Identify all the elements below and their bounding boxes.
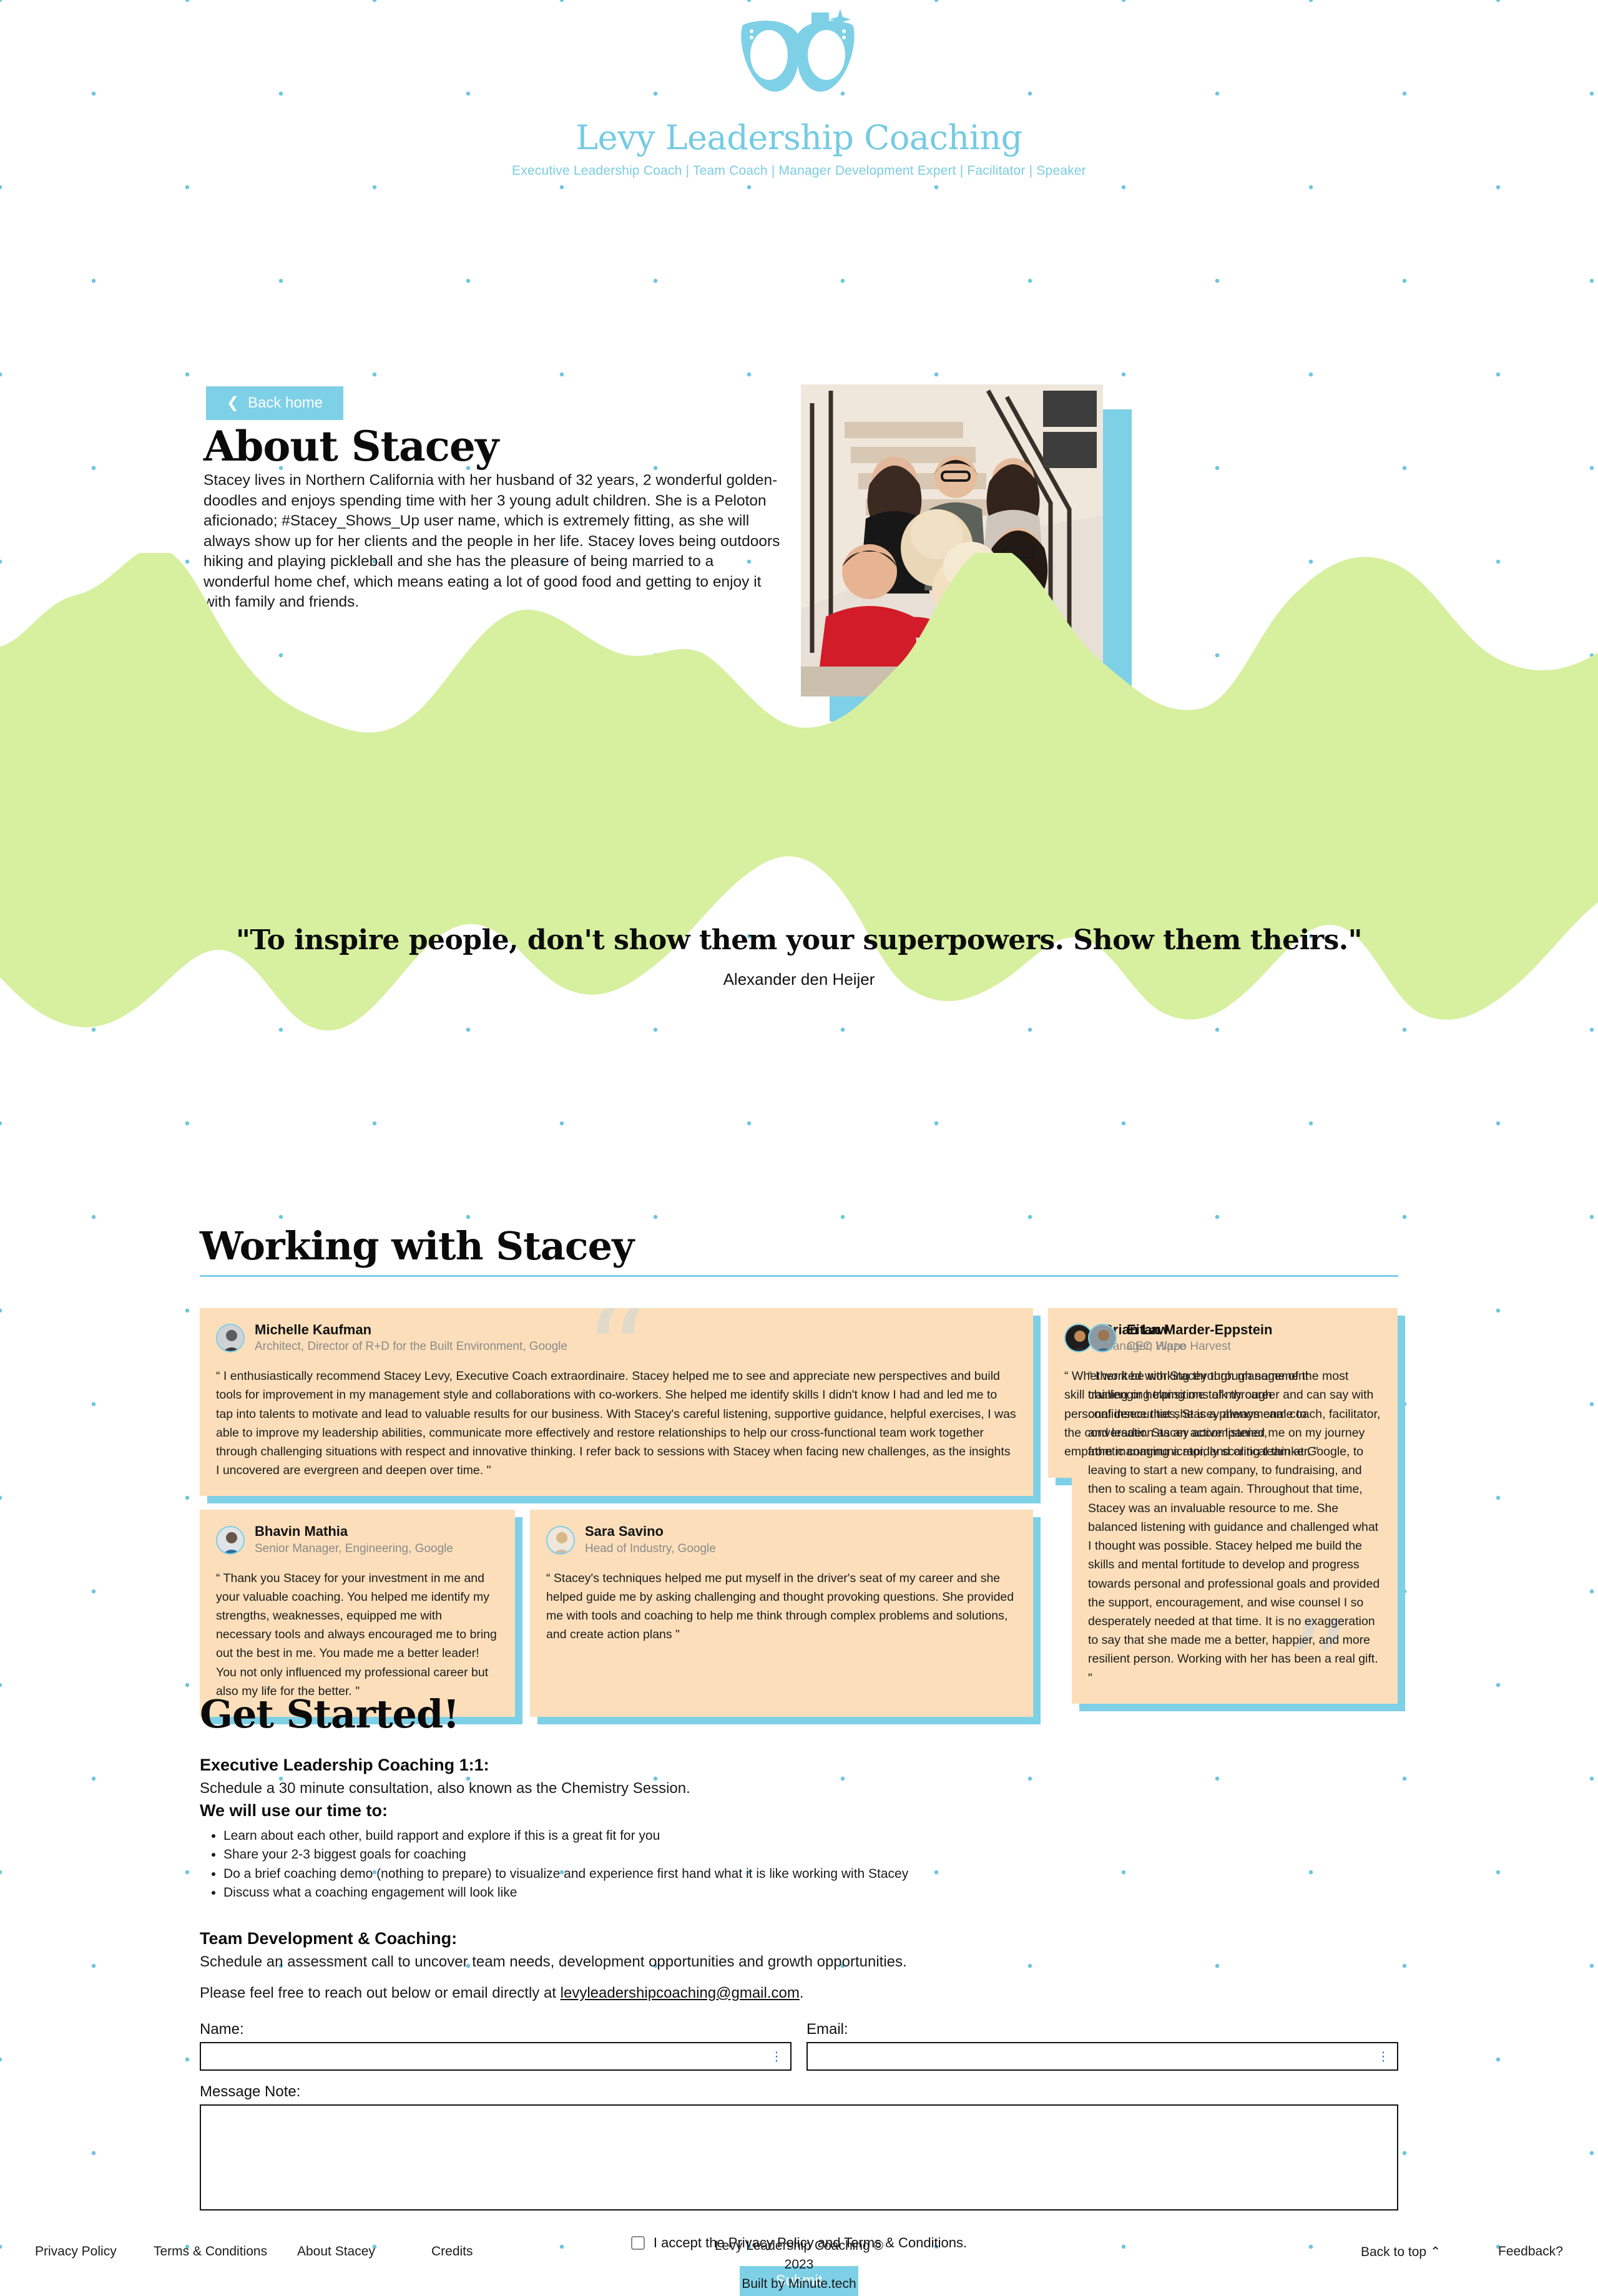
testimonial-role: Senior Manager, Engineering, Google <box>255 1541 453 1555</box>
avatar <box>546 1525 575 1555</box>
working-with-stacey-section: Working with Stacey “ Michelle Kaufman A… <box>0 1223 1598 1717</box>
testimonial-text: “ I enthusiastically recommend Stacey Le… <box>216 1369 1016 1478</box>
get-started-section: Get Started! Executive Leadership Coachi… <box>0 1691 1598 2296</box>
message-label: Message Note: <box>200 2083 301 2100</box>
testimonial-name: Bhavin Mathia <box>255 1523 348 1540</box>
site-tagline: Executive Leadership Coach | Team Coach … <box>512 164 1086 178</box>
text-cursor-icon: ⋮ <box>770 2049 783 2064</box>
testimonial-text: “ Thank you Stacey for your investment i… <box>216 1571 497 1698</box>
green-wave-band: "To inspire people, don't show them your… <box>0 553 1598 1196</box>
contact-form-row-1: Name: ⋮ Email: ⋮ <box>200 2021 1398 2071</box>
testimonials-right-column: Brian Law Manager, Waze “ Whether it be … <box>1048 1308 1398 1704</box>
footer-link-credits[interactable]: Credits <box>431 2244 473 2259</box>
footer-link-about-stacey[interactable]: About Stacey <box>297 2244 431 2259</box>
feedback-link[interactable]: Feedback? <box>1498 2244 1563 2259</box>
team-development-heading: Team Development & Coaching: <box>200 1928 458 1948</box>
avatar <box>1088 1324 1117 1353</box>
name-field-group: Name: ⋮ <box>200 2021 792 2071</box>
quote-text: "To inspire people, don't show them your… <box>235 924 1363 956</box>
about-title: About Stacey <box>203 422 499 471</box>
testimonial-card: Sara Savino Head of Industry, Google “ S… <box>530 1510 1033 1717</box>
email-field-group: Email: ⋮ <box>806 2021 1398 2071</box>
testimonial-text: “ I worked with Stacey through some of t… <box>1088 1369 1381 1685</box>
footer-links: Privacy Policy Terms & Conditions About … <box>35 2244 473 2259</box>
site-header: Levy Leadership Coaching Executive Leade… <box>0 0 1598 178</box>
footer-link-terms-conditions[interactable]: Terms & Conditions <box>154 2244 297 2259</box>
email-link[interactable]: levyleadershipcoaching@gmail.com <box>561 1985 800 2001</box>
footer-copyright: Levy Leadership Coaching © 2023 <box>715 2239 883 2272</box>
testimonial-name: Sara Savino <box>585 1523 664 1540</box>
section-divider <box>200 1275 1398 1277</box>
testimonial-card: Bhavin Mathia Senior Manager, Engineerin… <box>200 1510 515 1717</box>
back-to-top-link[interactable]: Back to top ⌃ <box>1361 2244 1441 2260</box>
name-label: Name: <box>200 2020 244 2038</box>
working-section-title: Working with Stacey <box>200 1223 634 1269</box>
testimonial-card: ” Eitan Marder-Eppstein CEO Hippo Harves… <box>1072 1308 1398 1704</box>
testimonial-role: CEO Hippo Harvest <box>1127 1340 1231 1354</box>
testimonials-left-column: “ Michelle Kaufman Architect, Director o… <box>200 1308 1033 1717</box>
message-textarea[interactable] <box>200 2104 1398 2211</box>
brand-title: Levy Leadership Coaching <box>576 118 1022 157</box>
accept-terms-checkbox[interactable] <box>630 2235 645 2250</box>
email-label: Email: <box>806 2020 848 2038</box>
avatar <box>216 1324 245 1353</box>
name-input[interactable] <box>200 2041 792 2071</box>
back-home-button[interactable]: ❮ Back home <box>206 386 343 420</box>
back-home-label: Back home <box>248 394 323 411</box>
time-use-heading: We will use our time to: <box>200 1801 388 1820</box>
avatar <box>216 1525 245 1555</box>
get-started-bullets: Learn about each other, build rapport an… <box>223 1827 1398 1903</box>
about-section: ❮ Back home About Stacey Stacey lives in… <box>0 178 1598 721</box>
list-item: Do a brief coaching demo (nothing to pre… <box>223 1865 1398 1883</box>
list-item: Discuss what a coaching engagement will … <box>223 1883 1398 1902</box>
reach-out-line: Please feel free to reach out below or e… <box>200 1985 1398 2002</box>
team-development-sub: Schedule an assessment call to uncover t… <box>200 1953 907 1970</box>
exec-coaching-sub: Schedule a 30 minute consultation, also … <box>200 1780 690 1797</box>
list-item: Learn about each other, build rapport an… <box>223 1827 1398 1845</box>
reach-out-prefix: Please feel free to reach out below or e… <box>200 1984 561 2001</box>
reach-out-suffix: . <box>799 1984 804 2001</box>
testimonial-name: Michelle Kaufman <box>255 1322 372 1337</box>
testimonials-row-2: Bhavin Mathia Senior Manager, Engineerin… <box>200 1510 1033 1717</box>
footer-link-privacy-policy[interactable]: Privacy Policy <box>35 2244 154 2259</box>
chevron-left-icon: ❮ <box>226 394 240 411</box>
message-field-group: Message Note: <box>200 2083 1398 2214</box>
testimonials-grid: “ Michelle Kaufman Architect, Director o… <box>200 1308 1398 1717</box>
exec-coaching-heading: Executive Leadership Coaching 1:1: <box>200 1756 489 1774</box>
testimonial-name: Eitan Marder-Eppstein <box>1127 1322 1273 1337</box>
testimonial-role: Architect, Director of R+D for the Built… <box>255 1340 568 1354</box>
testimonial-text: “ Stacey's techniques helped me put myse… <box>546 1571 1014 1642</box>
inspiration-quote: "To inspire people, don't show them your… <box>0 924 1598 989</box>
page-root: Levy Leadership Coaching Executive Leade… <box>0 0 1598 2296</box>
list-item: Share your 2-3 biggest goals for coachin… <box>223 1845 1398 1864</box>
quote-author: Alexander den Heijer <box>723 970 875 989</box>
testimonial-card: “ Michelle Kaufman Architect, Director o… <box>200 1308 1033 1497</box>
testimonial-role: Head of Industry, Google <box>585 1541 716 1555</box>
text-cursor-icon: ⋮ <box>1377 2049 1390 2064</box>
footer-built-by: Built by Minute.tech <box>742 2276 856 2291</box>
email-input[interactable] <box>806 2041 1398 2071</box>
logo-glasses-icon[interactable] <box>0 6 1598 125</box>
footer-copyright-block: Levy Leadership Coaching © 2023 Built by… <box>712 2237 886 2294</box>
